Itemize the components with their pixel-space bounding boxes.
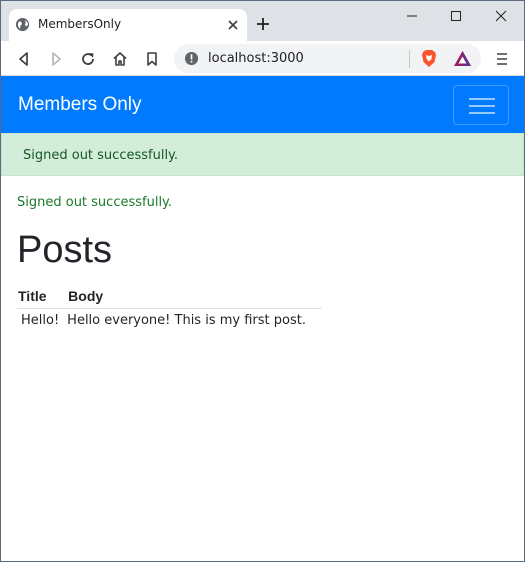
- posts-table: Title Body Hello! Hello everyone! This i…: [17, 285, 322, 332]
- hamburger-menu-icon[interactable]: [495, 50, 509, 68]
- browser-toolbar: localhost:3000: [1, 41, 524, 76]
- window-close-icon[interactable]: [490, 7, 512, 25]
- tab-strip: MembersOnly: [1, 1, 524, 41]
- page-title: Posts: [17, 229, 113, 271]
- forward-arrow-icon[interactable]: [47, 50, 65, 68]
- post-title-cell: Hello!: [17, 308, 62, 332]
- home-icon[interactable]: [111, 50, 129, 68]
- success-alert: Signed out successfully.: [1, 133, 524, 176]
- reload-icon[interactable]: [79, 50, 97, 68]
- table-row: Hello! Hello everyone! This is my first …: [17, 308, 322, 332]
- bat-triangle-icon[interactable]: [453, 50, 472, 67]
- bookmark-icon[interactable]: [143, 50, 161, 68]
- plus-icon[interactable]: [255, 16, 271, 32]
- browser-window: MembersOnly localhost:3000 Members Only …: [0, 0, 525, 562]
- back-arrow-icon[interactable]: [15, 50, 33, 68]
- site-navbar: Members Only: [1, 76, 524, 133]
- toggler-bar: [469, 98, 495, 100]
- table-header-row: Title Body: [17, 285, 322, 309]
- browser-tab[interactable]: MembersOnly: [9, 9, 247, 41]
- url-text[interactable]: localhost:3000: [208, 51, 304, 66]
- navbar-toggler-button[interactable]: [453, 85, 509, 125]
- minimize-icon[interactable]: [401, 7, 423, 25]
- address-bar-divider: [409, 50, 410, 68]
- column-header-body: Body: [68, 288, 104, 304]
- brave-lion-icon[interactable]: [420, 49, 438, 68]
- navbar-brand[interactable]: Members Only: [18, 94, 142, 116]
- notice-text: Signed out successfully.: [17, 195, 173, 210]
- toggler-bar: [469, 112, 495, 114]
- column-header-title: Title: [18, 288, 47, 304]
- post-body-cell: Hello everyone! This is my first post.: [61, 308, 322, 332]
- globe-icon: [15, 17, 30, 32]
- address-bar[interactable]: localhost:3000: [174, 44, 481, 73]
- maximize-icon[interactable]: [445, 7, 467, 25]
- alert-text: Signed out successfully.: [23, 148, 179, 163]
- info-icon[interactable]: [184, 51, 199, 66]
- toggler-bar: [469, 105, 495, 107]
- tab-title: MembersOnly: [38, 17, 122, 31]
- close-icon[interactable]: [225, 17, 241, 33]
